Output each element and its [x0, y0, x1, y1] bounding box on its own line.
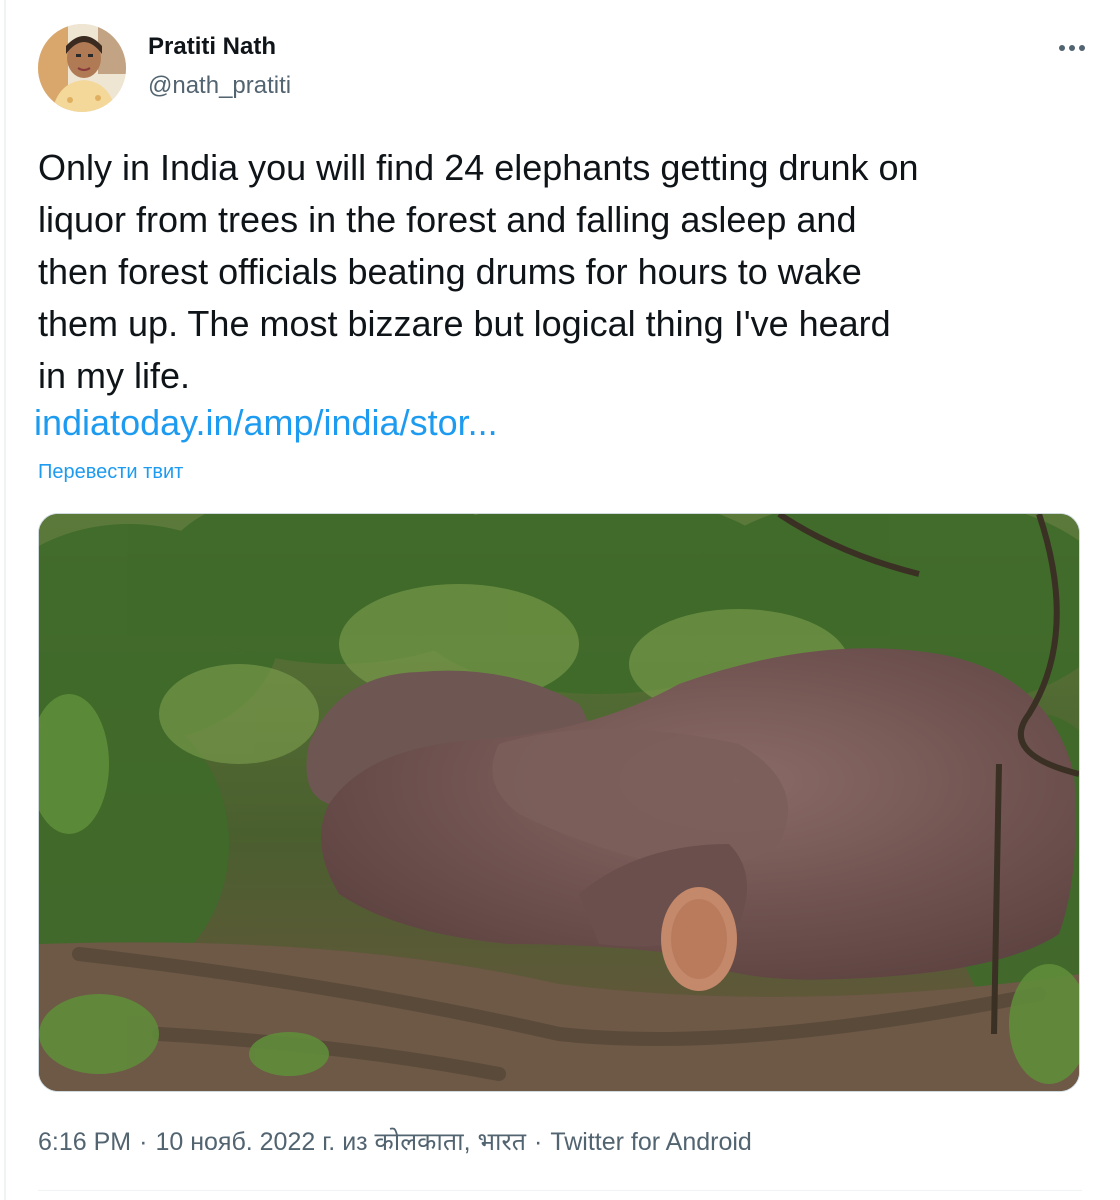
meta-separator: · — [139, 1128, 148, 1156]
avatar[interactable] — [38, 24, 126, 112]
more-horizontal-icon-dot — [1069, 45, 1075, 51]
author-handle[interactable]: @nath_pratiti — [148, 72, 291, 100]
meta-separator-2: · — [534, 1128, 543, 1156]
more-horizontal-icon-dot — [1079, 45, 1085, 51]
tweet-source[interactable]: Twitter for Android — [550, 1128, 751, 1156]
tweet-time[interactable]: 6:16 PM — [38, 1128, 131, 1156]
translate-tweet-link[interactable]: Перевести твит — [38, 461, 183, 484]
bottom-divider — [38, 1190, 1082, 1191]
tweet-text: Only in India you will find 24 elephants… — [38, 147, 919, 396]
divider — [4, 0, 6, 1200]
tweet-meta: 6:16 PM · 10 нояб. 2022 г. из कोलकाता, भार… — [38, 1124, 752, 1158]
tweet-photo[interactable] — [38, 513, 1080, 1092]
more-horizontal-icon — [1059, 45, 1065, 51]
tweet-location: из कोलकाता, भारत — [342, 1128, 527, 1156]
more-options-button[interactable] — [1050, 32, 1094, 64]
tweet-date[interactable]: 10 нояб. 2022 г. — [155, 1128, 335, 1156]
tweet-link[interactable]: indiatoday.in/amp/india/stor... — [34, 402, 498, 444]
author-name[interactable]: Pratiti Nath — [148, 33, 276, 61]
tweet-card: Pratiti Nath @nath_pratiti Only in India… — [0, 0, 1120, 1200]
